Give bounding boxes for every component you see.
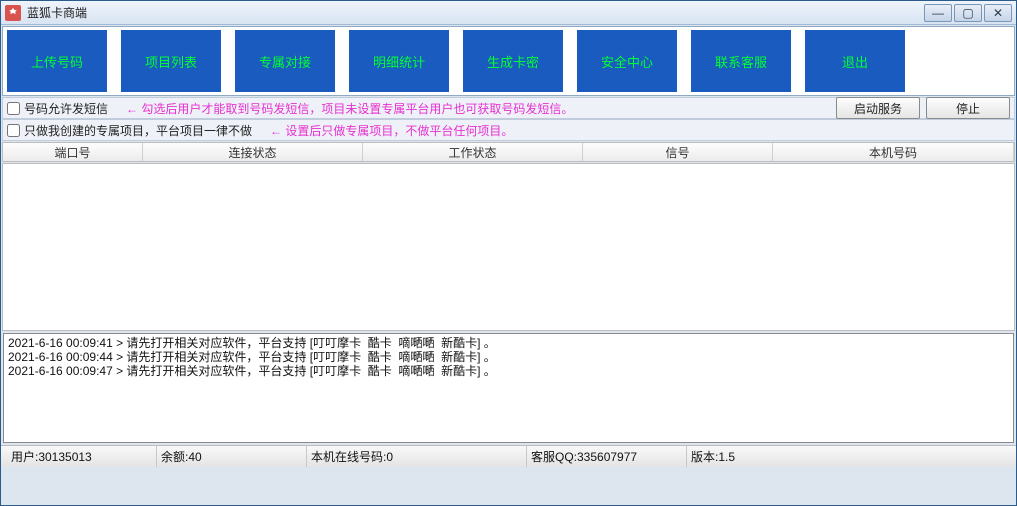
status-online: 本机在线号码:0 [307,446,527,467]
hint-allow-sms: ← 勾选后用户才能取到号码发短信，项目未设置专属平台用户也可获取号码发短信。 [126,100,573,117]
main-toolbar: 上传号码 项目列表 专属对接 明细统计 生成卡密 安全中心 联系客服 退出 [2,26,1015,96]
status-qq: 客服QQ:335607977 [527,446,687,467]
hint-exclusive-only: ← 设置后只做专属项目，不做平台任何项目。 [270,122,513,139]
status-version: 版本:1.5 [687,446,1010,467]
toolbar-project-list[interactable]: 项目列表 [121,30,221,92]
app-icon [5,5,21,21]
start-service-button[interactable]: 启动服务 [836,97,920,119]
minimize-button[interactable]: — [924,4,952,22]
title-bar: 蓝狐卡商端 — ▢ ✕ [1,1,1016,25]
maximize-button[interactable]: ▢ [954,4,982,22]
checkbox-exclusive-only[interactable]: 只做我创建的专属项目，平台项目一律不做 [7,122,252,139]
toolbar-generate-card[interactable]: 生成卡密 [463,30,563,92]
status-bar: 用户:30135013 余额:40 本机在线号码:0 客服QQ:33560797… [1,445,1016,467]
grid-header: 端口号 连接状态 工作状态 信号 本机号码 [2,142,1015,162]
status-user: 用户:30135013 [7,446,157,467]
log-line: 2021-6-16 00:09:44 > 请先打开相关对应软件，平台支持 [叮叮… [8,350,1009,364]
log-line: 2021-6-16 00:09:41 > 请先打开相关对应软件，平台支持 [叮叮… [8,336,1009,350]
col-signal[interactable]: 信号 [583,143,773,161]
log-box[interactable]: 2021-6-16 00:09:41 > 请先打开相关对应软件，平台支持 [叮叮… [3,333,1014,443]
toolbar-detail-stats[interactable]: 明细统计 [349,30,449,92]
grid-body[interactable] [2,163,1015,331]
close-button[interactable]: ✕ [984,4,1012,22]
stop-button[interactable]: 停止 [926,97,1010,119]
toolbar-contact-support[interactable]: 联系客服 [691,30,791,92]
log-line: 2021-6-16 00:09:47 > 请先打开相关对应软件，平台支持 [叮叮… [8,364,1009,378]
option-row-exclusive: 只做我创建的专属项目，平台项目一律不做 ← 设置后只做专属项目，不做平台任何项目… [2,119,1015,141]
toolbar-exclusive-dock[interactable]: 专属对接 [235,30,335,92]
col-conn-status[interactable]: 连接状态 [143,143,363,161]
col-port[interactable]: 端口号 [3,143,143,161]
status-balance: 余额:40 [157,446,307,467]
col-local-number[interactable]: 本机号码 [773,143,1014,161]
window-title: 蓝狐卡商端 [27,4,924,21]
toolbar-security-center[interactable]: 安全中心 [577,30,677,92]
checkbox-exclusive-only-input[interactable] [7,124,20,137]
toolbar-exit[interactable]: 退出 [805,30,905,92]
col-work-status[interactable]: 工作状态 [363,143,583,161]
checkbox-allow-sms[interactable]: 号码允许发短信 [7,100,108,117]
toolbar-upload-numbers[interactable]: 上传号码 [7,30,107,92]
checkbox-allow-sms-label: 号码允许发短信 [24,100,108,117]
checkbox-allow-sms-input[interactable] [7,102,20,115]
option-row-sms: 号码允许发短信 ← 勾选后用户才能取到号码发短信，项目未设置专属平台用户也可获取… [2,97,1015,119]
checkbox-exclusive-only-label: 只做我创建的专属项目，平台项目一律不做 [24,122,252,139]
